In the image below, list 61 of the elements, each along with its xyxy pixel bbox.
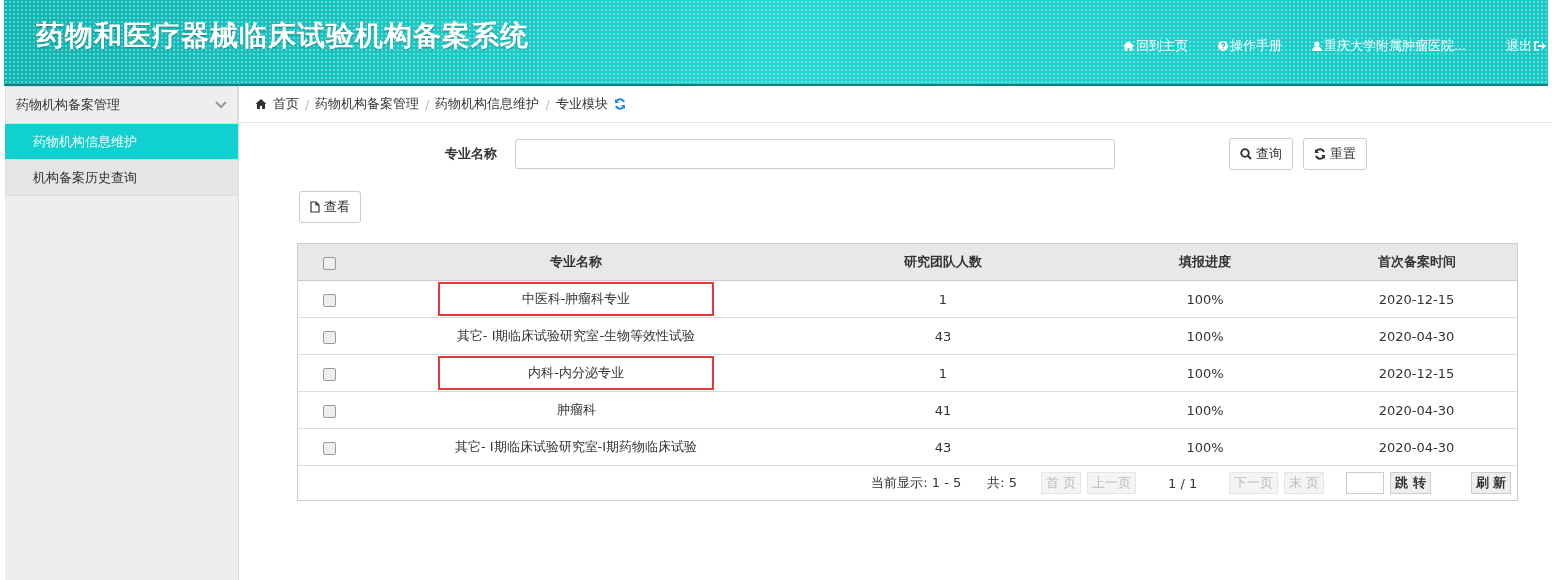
jump-button[interactable]: 跳 转 (1390, 472, 1431, 494)
breadcrumb-item[interactable]: 药物机构备案管理 (315, 95, 420, 113)
table-cell: 内科-内分泌专业 (528, 365, 624, 380)
search-button[interactable]: 查询 (1229, 138, 1293, 170)
breadcrumb-separator: / (425, 96, 430, 112)
refresh-button[interactable]: 刷 新 (1470, 472, 1511, 494)
table-cell: 其它- Ⅰ期临床试验研究室-I期药物临床试验 (454, 439, 698, 454)
refresh-icon[interactable] (613, 98, 626, 110)
breadcrumb-separator: / (545, 96, 550, 112)
search-icon (1240, 148, 1252, 160)
home-icon (1123, 41, 1135, 51)
column-header[interactable]: 研究团队人数 (904, 254, 982, 269)
select-all-checkbox[interactable] (322, 256, 336, 270)
home-icon (255, 99, 267, 109)
table-cell: 100% (1186, 365, 1224, 381)
table-cell: 2020-04-30 (1378, 402, 1455, 418)
table-cell: 肿瘤科 (556, 402, 596, 417)
table-cell: 中医科-肿瘤科专业 (521, 291, 631, 306)
column-header[interactable]: 填报进度 (1179, 254, 1231, 269)
system-title: 药物和医疗器械临床试验机构备案系统 (36, 18, 529, 54)
table-cell: 100% (1186, 291, 1224, 307)
document-icon (310, 201, 320, 213)
breadcrumb-separator: / (305, 96, 310, 112)
search-button[interactable]: 重置 (1303, 138, 1367, 170)
column-header[interactable]: 专业名称 (550, 254, 602, 269)
view-button[interactable]: 查看 (299, 191, 361, 223)
user-icon (1312, 41, 1323, 51)
column-header[interactable]: 首次备案时间 (1377, 254, 1456, 269)
field-label: 专业名称 (445, 145, 498, 163)
table-cell: 100% (1186, 328, 1224, 344)
row-checkbox[interactable] (322, 404, 336, 418)
breadcrumb-item[interactable]: 药物机构信息维护 (435, 95, 540, 113)
table-cell: 2020-04-30 (1378, 439, 1455, 455)
refresh-icon (1314, 148, 1326, 160)
row-checkbox[interactable] (322, 293, 336, 307)
table-cell: 其它- Ⅰ期临床试验研究室-生物等效性试验 (456, 328, 696, 343)
table-cell: 1 (938, 291, 948, 307)
table-cell: 43 (934, 328, 952, 344)
row-checkbox[interactable] (322, 367, 336, 381)
name-input-field[interactable] (515, 139, 1115, 169)
sidebar-group[interactable]: 药物机构备案管理 (5, 86, 238, 124)
page-input-field[interactable] (1346, 472, 1385, 494)
table-cell: 100% (1186, 402, 1224, 418)
sidebar-item[interactable]: 机构备案历史查询 (5, 160, 238, 196)
table-cell: 1 (938, 365, 948, 381)
table-cell: 2020-04-30 (1378, 328, 1455, 344)
row-checkbox[interactable] (322, 330, 336, 344)
breadcrumb-item[interactable]: 首页 (273, 95, 299, 113)
page-range-text: 当前显示: 1 - 5 (871, 474, 962, 492)
table-cell: 2020-12-15 (1378, 291, 1455, 307)
table-cell: 41 (934, 402, 952, 418)
page-number-text: 1 / 1 (1168, 475, 1198, 491)
breadcrumb-item[interactable]: 专业模块 (555, 95, 608, 113)
table-cell: 2020-12-15 (1378, 365, 1455, 381)
logout-icon (1534, 41, 1546, 51)
total-count-text: 共: 5 (987, 474, 1018, 492)
row-checkbox[interactable] (322, 441, 336, 455)
table-cell: 100% (1186, 439, 1224, 455)
table-cell: 43 (934, 439, 952, 455)
chevron-icon (215, 101, 227, 109)
help-icon (1218, 41, 1229, 51)
